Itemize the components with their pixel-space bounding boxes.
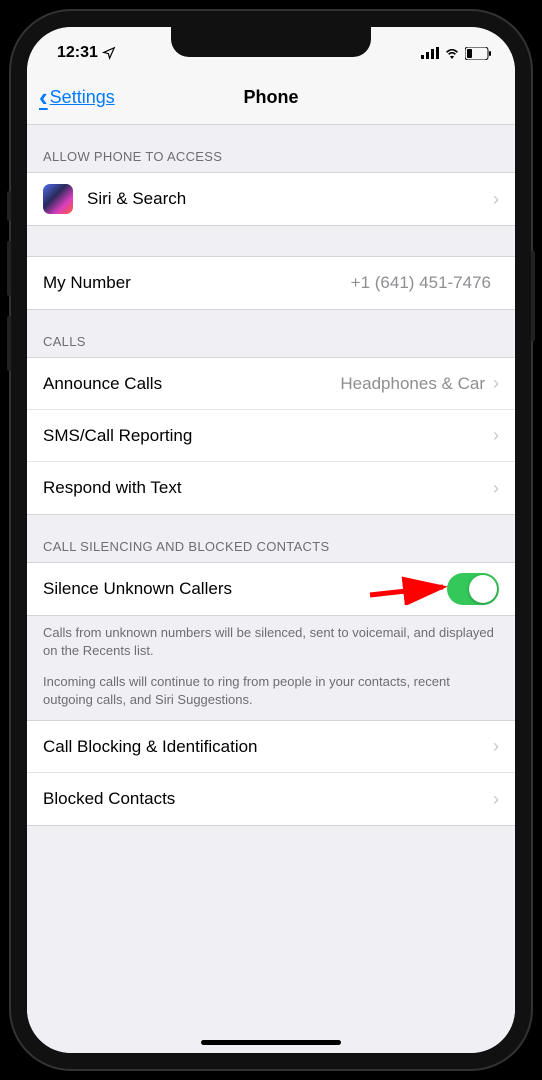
screen: 12:31 ‹: [27, 27, 515, 1053]
announce-calls-value: Headphones & Car: [340, 374, 485, 394]
section-header-calls: CALLS: [27, 310, 515, 357]
chevron-right-icon: ›: [493, 736, 499, 757]
section-header-access: ALLOW PHONE TO ACCESS: [27, 125, 515, 172]
silence-unknown-callers-toggle[interactable]: [447, 573, 499, 605]
row-label: Silence Unknown Callers: [43, 579, 447, 599]
chevron-right-icon: ›: [493, 373, 499, 394]
footer-text: Calls from unknown numbers will be silen…: [43, 624, 499, 659]
chevron-left-icon: ‹: [39, 82, 48, 113]
my-number-value: +1 (641) 451-7476: [351, 273, 491, 293]
row-label: Siri & Search: [87, 189, 493, 209]
row-label: Blocked Contacts: [43, 789, 493, 809]
page-title: Phone: [243, 87, 298, 108]
back-label: Settings: [50, 87, 115, 108]
chevron-right-icon: ›: [493, 478, 499, 499]
footer-text: Incoming calls will continue to ring fro…: [43, 673, 499, 708]
toggle-knob: [469, 575, 497, 603]
row-label: SMS/Call Reporting: [43, 426, 493, 446]
row-label: Call Blocking & Identification: [43, 737, 493, 757]
row-label: Announce Calls: [43, 374, 340, 394]
navigation-bar: ‹ Settings Phone: [27, 71, 515, 125]
home-indicator[interactable]: [201, 1040, 341, 1045]
location-arrow-icon: [102, 46, 116, 60]
notch: [171, 27, 371, 57]
row-announce-calls[interactable]: Announce Calls Headphones & Car ›: [27, 358, 515, 410]
row-silence-unknown-callers[interactable]: Silence Unknown Callers: [27, 563, 515, 615]
settings-content[interactable]: ALLOW PHONE TO ACCESS Siri & Search › My…: [27, 125, 515, 1053]
status-time: 12:31: [57, 44, 98, 62]
row-label: Respond with Text: [43, 478, 493, 498]
row-label: My Number: [43, 273, 351, 293]
row-my-number[interactable]: My Number +1 (641) 451-7476: [27, 257, 515, 309]
wifi-icon: [444, 47, 460, 59]
row-call-blocking-identification[interactable]: Call Blocking & Identification ›: [27, 721, 515, 773]
power-button: [531, 251, 535, 361]
chevron-right-icon: ›: [493, 789, 499, 810]
battery-icon: [465, 47, 491, 60]
siri-icon: [43, 184, 73, 214]
section-header-silencing: CALL SILENCING AND BLOCKED CONTACTS: [27, 515, 515, 562]
phone-device-frame: 12:31 ‹: [11, 11, 531, 1069]
row-respond-with-text[interactable]: Respond with Text ›: [27, 462, 515, 514]
row-siri-search[interactable]: Siri & Search ›: [27, 173, 515, 225]
back-button[interactable]: ‹ Settings: [39, 82, 115, 113]
row-blocked-contacts[interactable]: Blocked Contacts ›: [27, 773, 515, 825]
chevron-right-icon: ›: [493, 189, 499, 210]
cellular-signal-icon: [421, 47, 439, 59]
section-footer-silencing: Calls from unknown numbers will be silen…: [27, 616, 515, 720]
chevron-right-icon: ›: [493, 425, 499, 446]
volume-buttons: [7, 191, 11, 391]
row-sms-call-reporting[interactable]: SMS/Call Reporting ›: [27, 410, 515, 462]
